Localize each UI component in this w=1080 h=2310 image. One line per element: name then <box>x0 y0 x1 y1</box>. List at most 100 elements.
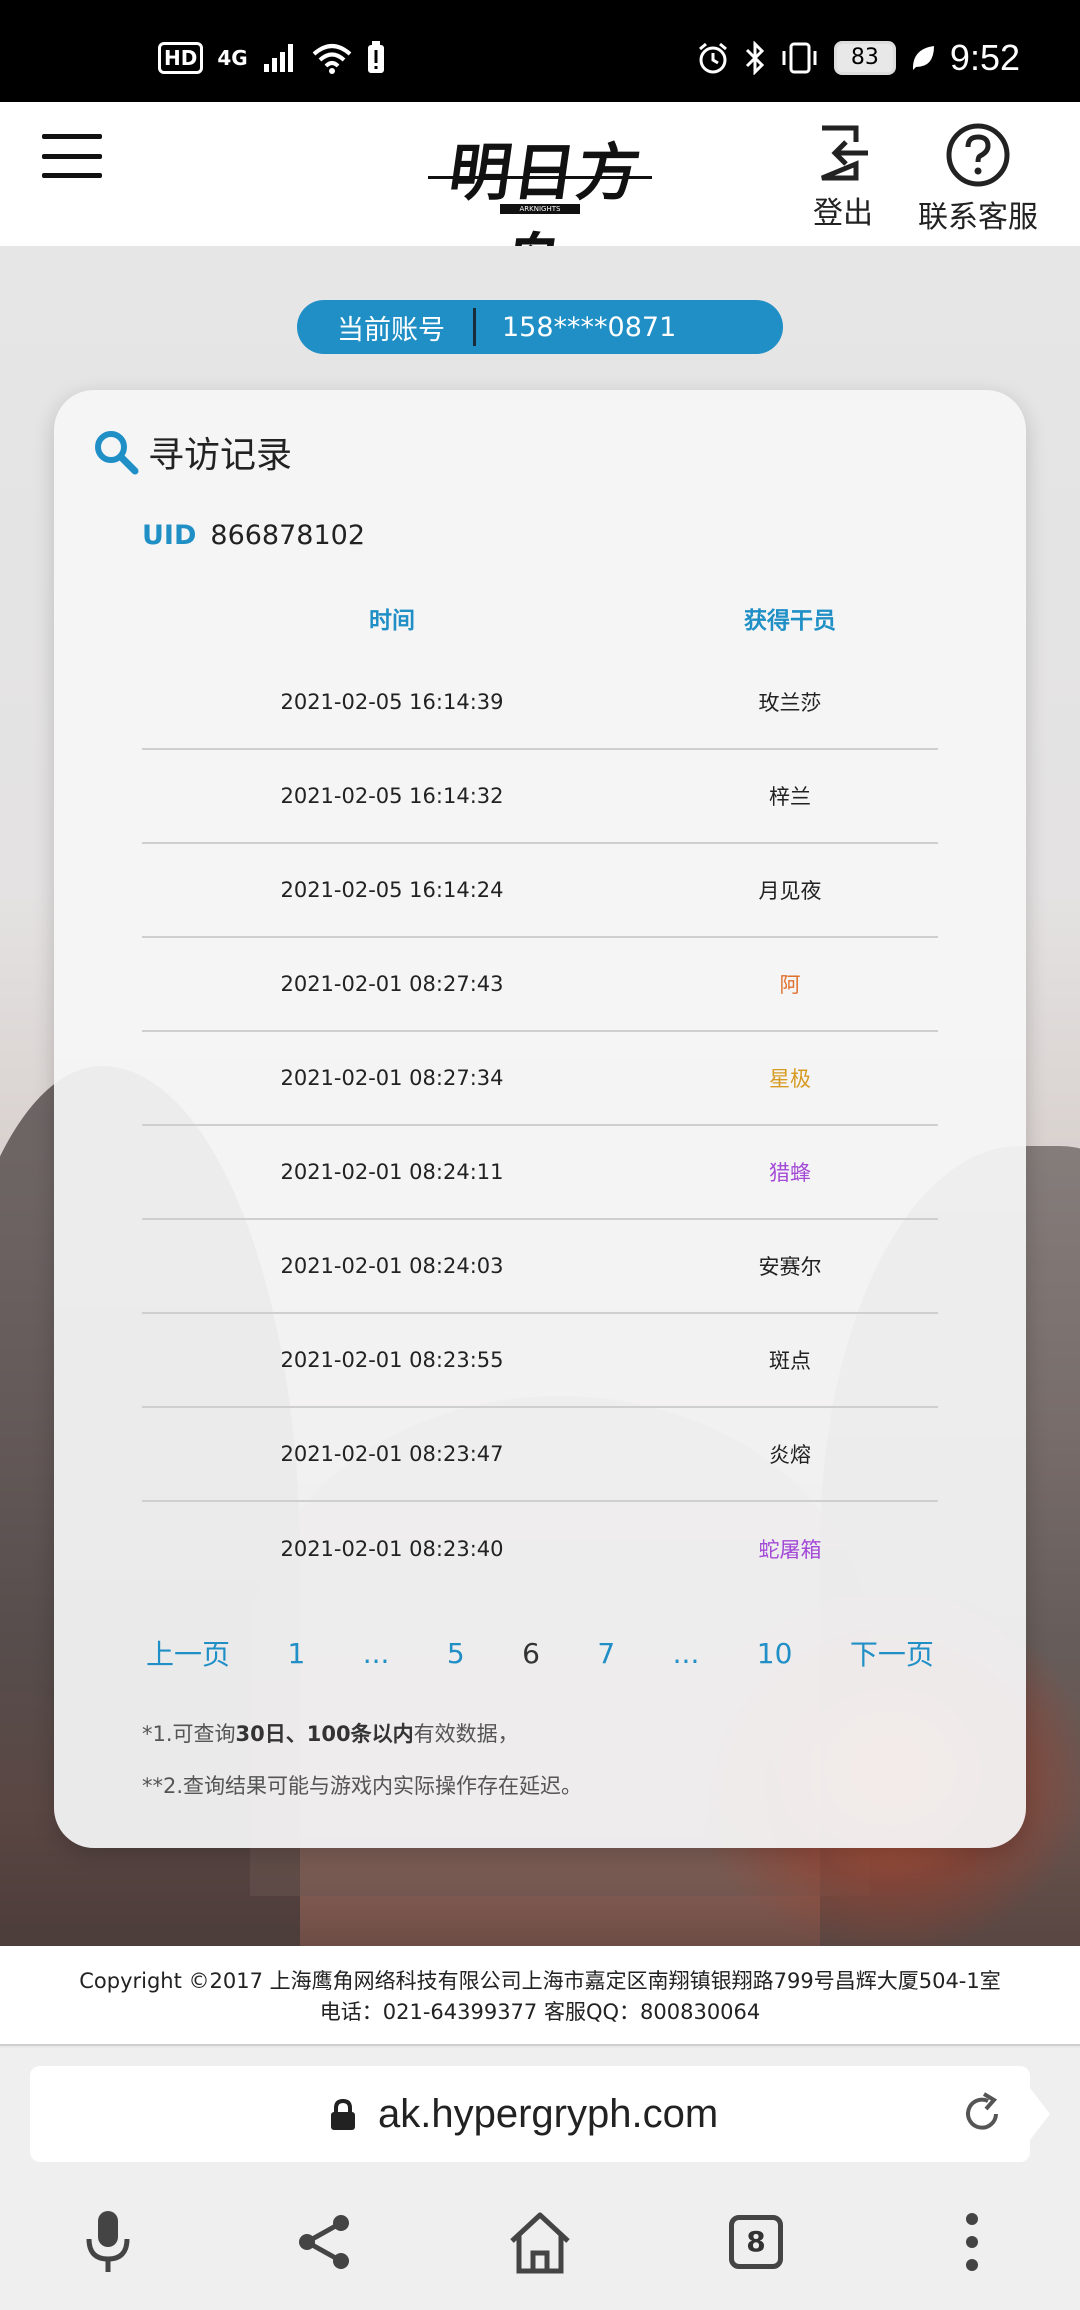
table-row: 2021-02-01 08:23:47 炎熔 <box>142 1408 938 1502</box>
share-button[interactable] <box>284 2202 364 2282</box>
share-icon <box>299 2215 349 2269</box>
next-page-button[interactable]: 下一页 <box>846 1633 938 1673</box>
site-footer: Copyright ©2017 上海鹰角网络科技有限公司上海市嘉定区南翔镇银翔路… <box>0 1946 1080 2046</box>
page-button[interactable]: 10 <box>753 1637 797 1670</box>
note-1-prefix: *1.可查询 <box>142 1722 236 1746</box>
current-page: 6 <box>522 1636 540 1670</box>
status-left: HD 4G <box>158 38 386 78</box>
row-time: 2021-02-05 16:14:24 <box>280 878 504 902</box>
row-operator: 星极 <box>769 1067 811 1091</box>
page-button[interactable]: 1 <box>283 1637 309 1670</box>
help-icon <box>946 123 1010 187</box>
table-body: 2021-02-05 16:14:39 玫兰莎 2021-02-05 16:14… <box>142 656 938 1596</box>
page-button[interactable]: 5 <box>443 1637 469 1670</box>
address-bar[interactable]: ak.hypergryph.com <box>30 2066 1050 2162</box>
row-time: 2021-02-05 16:14:39 <box>280 690 504 714</box>
row-operator: 炎熔 <box>769 1443 811 1467</box>
copyright-text: Copyright ©2017 上海鹰角网络科技有限公司上海市嘉定区南翔镇银翔路… <box>79 1969 1001 1993</box>
table-row: 2021-02-01 08:23:55 斑点 <box>142 1314 938 1408</box>
table-row: 2021-02-05 16:14:24 月见夜 <box>142 844 938 938</box>
bluetooth-icon <box>745 41 765 75</box>
row-operator: 玫兰莎 <box>758 691 822 715</box>
url-text: ak.hypergryph.com <box>378 2092 719 2136</box>
table-row: 2021-02-01 08:27:34 星极 <box>142 1032 938 1126</box>
row-operator: 猎蜂 <box>769 1161 811 1185</box>
logo-line <box>428 176 652 179</box>
page-button[interactable]: 7 <box>593 1637 619 1670</box>
logout-icon <box>821 125 868 181</box>
logo-subtitle: ARKNIGHTS <box>500 204 580 214</box>
row-time: 2021-02-01 08:23:55 <box>280 1348 504 1372</box>
menu-icon-bar <box>42 153 102 159</box>
account-divider <box>473 308 476 346</box>
row-time: 2021-02-01 08:24:11 <box>280 1160 504 1184</box>
more-menu-button[interactable] <box>932 2202 1012 2282</box>
tab-count: 8 <box>729 2215 783 2269</box>
account-value: 158****0871 <box>502 311 677 343</box>
current-account-pill: 当前账号 158****0871 <box>297 300 783 354</box>
site-header: 明日方舟 ARKNIGHTS 登出 联系客服 <box>0 102 1080 299</box>
note-2: **2.查询结果可能与游戏内实际操作存在延迟。 <box>142 1774 583 1798</box>
row-time: 2021-02-01 08:24:03 <box>280 1254 504 1278</box>
search-icon <box>95 431 139 475</box>
row-time: 2021-02-01 08:27:43 <box>280 972 504 996</box>
home-icon <box>510 2212 570 2274</box>
table-row: 2021-02-05 16:14:39 玫兰莎 <box>142 656 938 750</box>
browser-address-area: ak.hypergryph.com <box>0 2048 1080 2178</box>
home-button[interactable] <box>500 2202 580 2282</box>
table-row: 2021-02-01 08:24:11 猎蜂 <box>142 1126 938 1220</box>
table-header: 时间 获得干员 <box>142 580 938 656</box>
row-operator: 蛇屠箱 <box>758 1538 822 1562</box>
status-bar: HD 4G 83 9:52 <box>0 0 1080 102</box>
uid-value: 866878102 <box>210 520 365 551</box>
lock-icon <box>331 2098 355 2130</box>
menu-icon-bar <box>42 173 102 178</box>
row-time: 2021-02-01 08:23:47 <box>280 1442 504 1466</box>
note-1-days: 30日 <box>235 1722 286 1746</box>
table-row: 2021-02-05 16:14:32 梓兰 <box>142 750 938 844</box>
note-1: *1.可查询30日、100条以内有效数据， <box>142 1708 582 1760</box>
logout-button[interactable]: 登出 <box>812 122 874 232</box>
support-label: 联系客服 <box>918 200 1038 235</box>
table-row: 2021-02-01 08:24:03 安赛尔 <box>142 1220 938 1314</box>
row-operator: 梓兰 <box>769 785 811 809</box>
prev-page-button[interactable]: 上一页 <box>142 1633 234 1673</box>
network-type: 4G <box>217 46 248 70</box>
tabs-button[interactable]: 8 <box>716 2202 796 2282</box>
status-right: 83 9:52 <box>696 37 1020 78</box>
more-vertical-icon <box>966 2213 978 2271</box>
row-operator: 安赛尔 <box>758 1255 822 1279</box>
column-header-time: 时间 <box>369 608 415 634</box>
signal-icon <box>263 44 293 72</box>
card-title: 寻访记录 <box>92 426 292 478</box>
notes: *1.可查询30日、100条以内有效数据， **2.查询结果可能与游戏内实际操作… <box>142 1708 582 1812</box>
page-ellipsis[interactable]: ... <box>669 1637 704 1670</box>
table-row: 2021-02-01 08:23:40 蛇屠箱 <box>142 1502 938 1596</box>
menu-button[interactable] <box>42 134 102 178</box>
arknights-logo[interactable]: 明日方舟 ARKNIGHTS <box>420 116 660 299</box>
card-title-text: 寻访记录 <box>148 435 293 476</box>
row-time: 2021-02-05 16:14:32 <box>280 784 504 808</box>
uid-row: UID 866878102 <box>142 520 365 551</box>
row-operator: 月见夜 <box>758 879 822 903</box>
reload-icon[interactable] <box>958 2090 1006 2138</box>
voice-search-button[interactable] <box>68 2202 148 2282</box>
vibrate-icon <box>782 42 817 74</box>
row-operator: 阿 <box>779 973 801 997</box>
note-1-count: 100条以内 <box>306 1722 414 1746</box>
clock: 9:52 <box>949 37 1020 78</box>
page-ellipsis[interactable]: ... <box>359 1637 394 1670</box>
microphone-icon <box>86 2211 130 2272</box>
row-time: 2021-02-01 08:27:34 <box>280 1066 504 1090</box>
account-label: 当前账号 <box>337 314 445 346</box>
pagination: 上一页 1 ... 5 6 7 ... 10 下一页 <box>142 1630 938 1676</box>
browser-toolbar: 8 <box>0 2178 1080 2310</box>
support-button[interactable]: 联系客服 <box>918 122 1038 236</box>
record-table: 时间 获得干员 2021-02-05 16:14:39 玫兰莎 2021-02-… <box>142 580 938 1596</box>
battery-indicator: 83 <box>833 41 896 75</box>
gacha-record-card: 寻访记录 UID 866878102 时间 获得干员 2021-02-05 16… <box>54 390 1026 1848</box>
row-time: 2021-02-01 08:23:40 <box>280 1537 504 1561</box>
contact-text: 电话：021-64399377 客服QQ：800830064 <box>319 2000 761 2024</box>
uid-label: UID <box>142 520 197 551</box>
logout-label: 登出 <box>813 196 873 231</box>
